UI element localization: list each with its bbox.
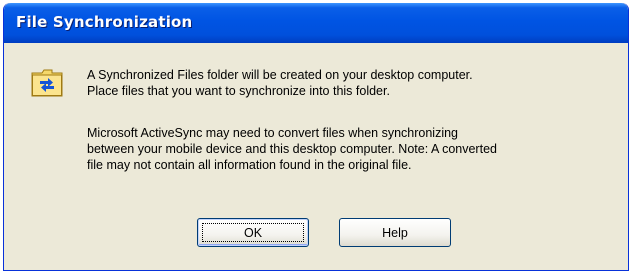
help-button-label: Help [382, 225, 408, 240]
title-bar[interactable]: File Synchronization [4, 3, 628, 43]
help-button[interactable]: Help [339, 218, 451, 247]
message-line-2: Microsoft ActiveSync may need to convert… [87, 126, 497, 172]
ok-button-label: OK [243, 225, 263, 240]
dialog-window: File Synchronization A Synchronized File… [3, 3, 629, 271]
dialog-title: File Synchronization [16, 13, 193, 31]
ok-button[interactable]: OK [197, 218, 309, 247]
dialog-body: A Synchronized Files folder will be crea… [7, 43, 625, 267]
message-line-1: A Synchronized Files folder will be crea… [87, 68, 473, 98]
sync-folder-icon [31, 67, 63, 97]
